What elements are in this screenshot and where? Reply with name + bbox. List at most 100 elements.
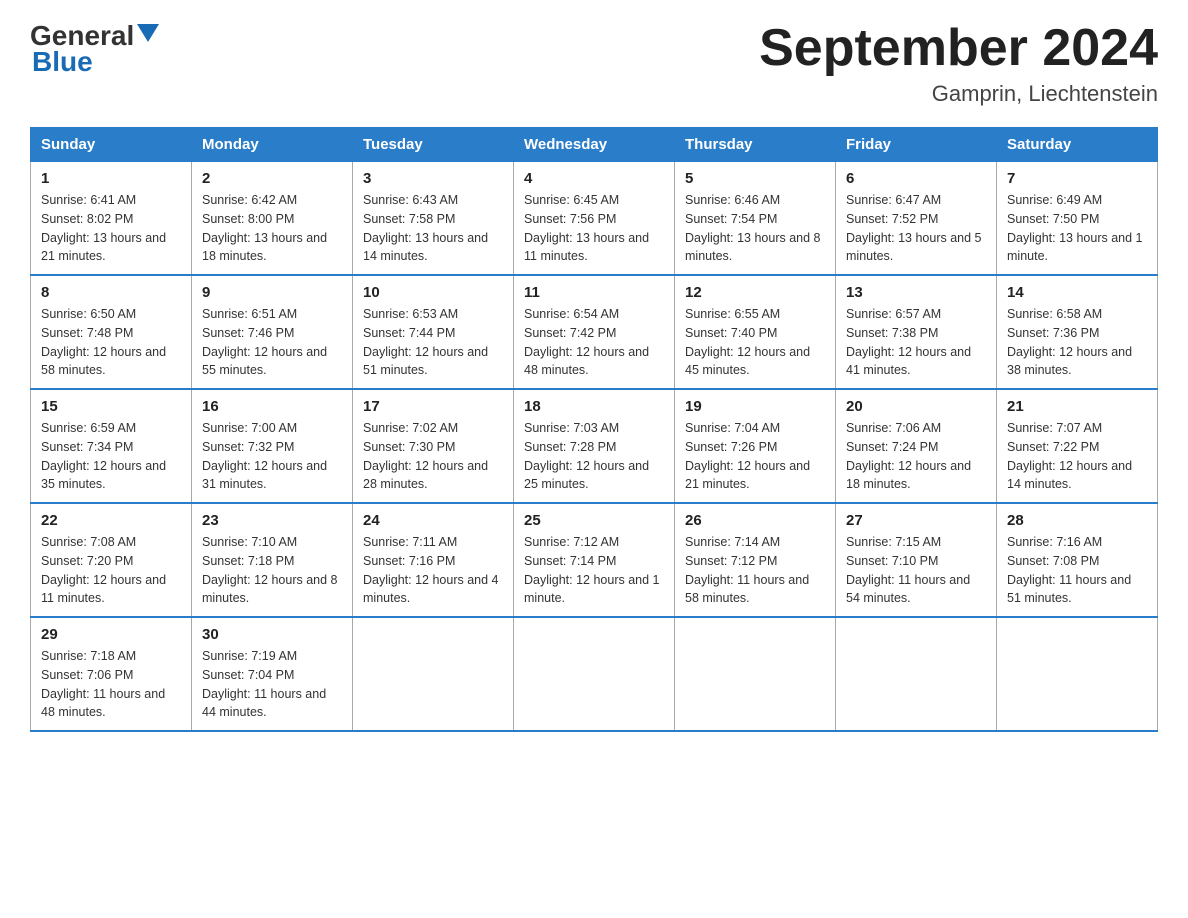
day-number: 3 bbox=[363, 170, 503, 187]
weekday-header-sunday: Sunday bbox=[31, 128, 192, 162]
day-number: 27 bbox=[846, 512, 986, 529]
calendar-cell: 16Sunrise: 7:00 AMSunset: 7:32 PMDayligh… bbox=[192, 389, 353, 503]
calendar-cell: 30 Sunrise: 7:19 AMSunset: 7:04 PMDayligh… bbox=[192, 617, 353, 731]
day-number: 15 bbox=[41, 398, 181, 415]
calendar-cell bbox=[836, 617, 997, 731]
calendar-week-2: 8 Sunrise: 6:50 AMSunset: 7:48 PMDaylight… bbox=[31, 275, 1158, 389]
month-title: September 2024 bbox=[759, 20, 1158, 77]
day-info: Sunrise: 7:14 AMSunset: 7:12 PMDaylight:… bbox=[685, 533, 825, 608]
calendar-cell bbox=[675, 617, 836, 731]
day-number: 11 bbox=[524, 284, 664, 301]
day-number: 21 bbox=[1007, 398, 1147, 415]
day-info: Sunrise: 6:47 AMSunset: 7:52 PMDaylight:… bbox=[846, 191, 986, 266]
calendar-cell: 15Sunrise: 6:59 AMSunset: 7:34 PMDayligh… bbox=[31, 389, 192, 503]
day-info: Sunrise: 6:50 AMSunset: 7:48 PMDaylight:… bbox=[41, 305, 181, 380]
calendar-cell: 8 Sunrise: 6:50 AMSunset: 7:48 PMDaylight… bbox=[31, 275, 192, 389]
day-info: Sunrise: 7:12 AMSunset: 7:14 PMDaylight:… bbox=[524, 533, 664, 608]
day-number: 20 bbox=[846, 398, 986, 415]
calendar-cell: 1 Sunrise: 6:41 AMSunset: 8:02 PMDaylight… bbox=[31, 162, 192, 276]
calendar-cell bbox=[353, 617, 514, 731]
day-number: 16 bbox=[202, 398, 342, 415]
day-number: 23 bbox=[202, 512, 342, 529]
day-info: Sunrise: 7:03 AMSunset: 7:28 PMDaylight:… bbox=[524, 419, 664, 494]
calendar-cell: 23Sunrise: 7:10 AMSunset: 7:18 PMDayligh… bbox=[192, 503, 353, 617]
weekday-header-wednesday: Wednesday bbox=[514, 128, 675, 162]
calendar-week-1: 1 Sunrise: 6:41 AMSunset: 8:02 PMDaylight… bbox=[31, 162, 1158, 276]
day-number: 7 bbox=[1007, 170, 1147, 187]
calendar-table: SundayMondayTuesdayWednesdayThursdayFrid… bbox=[30, 127, 1158, 732]
day-info: Sunrise: 6:53 AMSunset: 7:44 PMDaylight:… bbox=[363, 305, 503, 380]
day-info: Sunrise: 6:51 AMSunset: 7:46 PMDaylight:… bbox=[202, 305, 342, 380]
calendar-cell bbox=[514, 617, 675, 731]
day-info: Sunrise: 7:04 AMSunset: 7:26 PMDaylight:… bbox=[685, 419, 825, 494]
day-number: 28 bbox=[1007, 512, 1147, 529]
day-info: Sunrise: 6:57 AMSunset: 7:38 PMDaylight:… bbox=[846, 305, 986, 380]
weekday-header-monday: Monday bbox=[192, 128, 353, 162]
calendar-cell: 22 Sunrise: 7:08 AMSunset: 7:20 PMDayligh… bbox=[31, 503, 192, 617]
weekday-header-tuesday: Tuesday bbox=[353, 128, 514, 162]
weekday-header-friday: Friday bbox=[836, 128, 997, 162]
day-info: Sunrise: 7:19 AMSunset: 7:04 PMDaylight:… bbox=[202, 647, 342, 722]
day-info: Sunrise: 7:11 AMSunset: 7:16 PMDaylight:… bbox=[363, 533, 503, 608]
day-info: Sunrise: 7:18 AMSunset: 7:06 PMDaylight:… bbox=[41, 647, 181, 722]
day-number: 4 bbox=[524, 170, 664, 187]
location-text: Gamprin, Liechtenstein bbox=[759, 81, 1158, 107]
calendar-cell: 13 Sunrise: 6:57 AMSunset: 7:38 PMDayligh… bbox=[836, 275, 997, 389]
calendar-week-4: 22 Sunrise: 7:08 AMSunset: 7:20 PMDayligh… bbox=[31, 503, 1158, 617]
header: General Blue September 2024 Gamprin, Lie… bbox=[30, 20, 1158, 107]
day-info: Sunrise: 6:41 AMSunset: 8:02 PMDaylight:… bbox=[41, 191, 181, 266]
day-number: 22 bbox=[41, 512, 181, 529]
day-number: 24 bbox=[363, 512, 503, 529]
calendar-week-3: 15Sunrise: 6:59 AMSunset: 7:34 PMDayligh… bbox=[31, 389, 1158, 503]
day-info: Sunrise: 6:43 AMSunset: 7:58 PMDaylight:… bbox=[363, 191, 503, 266]
day-info: Sunrise: 7:16 AMSunset: 7:08 PMDaylight:… bbox=[1007, 533, 1147, 608]
calendar-cell: 26 Sunrise: 7:14 AMSunset: 7:12 PMDayligh… bbox=[675, 503, 836, 617]
day-number: 13 bbox=[846, 284, 986, 301]
calendar-cell: 11 Sunrise: 6:54 AMSunset: 7:42 PMDayligh… bbox=[514, 275, 675, 389]
day-number: 1 bbox=[41, 170, 181, 187]
calendar-cell: 7Sunrise: 6:49 AMSunset: 7:50 PMDaylight… bbox=[997, 162, 1158, 276]
day-info: Sunrise: 7:02 AMSunset: 7:30 PMDaylight:… bbox=[363, 419, 503, 494]
calendar-cell: 27 Sunrise: 7:15 AMSunset: 7:10 PMDayligh… bbox=[836, 503, 997, 617]
day-number: 2 bbox=[202, 170, 342, 187]
day-info: Sunrise: 7:15 AMSunset: 7:10 PMDaylight:… bbox=[846, 533, 986, 608]
calendar-cell: 10Sunrise: 6:53 AMSunset: 7:44 PMDayligh… bbox=[353, 275, 514, 389]
day-number: 30 bbox=[202, 626, 342, 643]
day-info: Sunrise: 7:06 AMSunset: 7:24 PMDaylight:… bbox=[846, 419, 986, 494]
day-number: 8 bbox=[41, 284, 181, 301]
calendar-cell: 18 Sunrise: 7:03 AMSunset: 7:28 PMDayligh… bbox=[514, 389, 675, 503]
calendar-cell: 3 Sunrise: 6:43 AMSunset: 7:58 PMDaylight… bbox=[353, 162, 514, 276]
weekday-header-row: SundayMondayTuesdayWednesdayThursdayFrid… bbox=[31, 128, 1158, 162]
day-info: Sunrise: 7:08 AMSunset: 7:20 PMDaylight:… bbox=[41, 533, 181, 608]
day-number: 5 bbox=[685, 170, 825, 187]
calendar-cell: 14 Sunrise: 6:58 AMSunset: 7:36 PMDayligh… bbox=[997, 275, 1158, 389]
calendar-cell: 20 Sunrise: 7:06 AMSunset: 7:24 PMDayligh… bbox=[836, 389, 997, 503]
day-info: Sunrise: 6:45 AMSunset: 7:56 PMDaylight:… bbox=[524, 191, 664, 266]
calendar-cell: 19 Sunrise: 7:04 AMSunset: 7:26 PMDayligh… bbox=[675, 389, 836, 503]
calendar-cell: 9 Sunrise: 6:51 AMSunset: 7:46 PMDaylight… bbox=[192, 275, 353, 389]
calendar-cell: 6 Sunrise: 6:47 AMSunset: 7:52 PMDaylight… bbox=[836, 162, 997, 276]
day-info: Sunrise: 6:54 AMSunset: 7:42 PMDaylight:… bbox=[524, 305, 664, 380]
weekday-header-thursday: Thursday bbox=[675, 128, 836, 162]
day-info: Sunrise: 6:42 AMSunset: 8:00 PMDaylight:… bbox=[202, 191, 342, 266]
day-number: 18 bbox=[524, 398, 664, 415]
weekday-header-saturday: Saturday bbox=[997, 128, 1158, 162]
calendar-cell: 4 Sunrise: 6:45 AMSunset: 7:56 PMDaylight… bbox=[514, 162, 675, 276]
day-info: Sunrise: 6:58 AMSunset: 7:36 PMDaylight:… bbox=[1007, 305, 1147, 380]
calendar-cell: 21Sunrise: 7:07 AMSunset: 7:22 PMDayligh… bbox=[997, 389, 1158, 503]
day-number: 19 bbox=[685, 398, 825, 415]
title-area: September 2024 Gamprin, Liechtenstein bbox=[759, 20, 1158, 107]
calendar-cell: 28 Sunrise: 7:16 AMSunset: 7:08 PMDayligh… bbox=[997, 503, 1158, 617]
calendar-cell: 29Sunrise: 7:18 AMSunset: 7:06 PMDayligh… bbox=[31, 617, 192, 731]
day-number: 17 bbox=[363, 398, 503, 415]
calendar-cell: 17 Sunrise: 7:02 AMSunset: 7:30 PMDayligh… bbox=[353, 389, 514, 503]
logo-triangle-icon bbox=[137, 24, 159, 47]
logo: General Blue bbox=[30, 20, 159, 78]
calendar-cell: 24 Sunrise: 7:11 AMSunset: 7:16 PMDayligh… bbox=[353, 503, 514, 617]
day-info: Sunrise: 6:46 AMSunset: 7:54 PMDaylight:… bbox=[685, 191, 825, 266]
calendar-week-5: 29Sunrise: 7:18 AMSunset: 7:06 PMDayligh… bbox=[31, 617, 1158, 731]
day-number: 14 bbox=[1007, 284, 1147, 301]
day-number: 9 bbox=[202, 284, 342, 301]
day-number: 26 bbox=[685, 512, 825, 529]
day-number: 6 bbox=[846, 170, 986, 187]
